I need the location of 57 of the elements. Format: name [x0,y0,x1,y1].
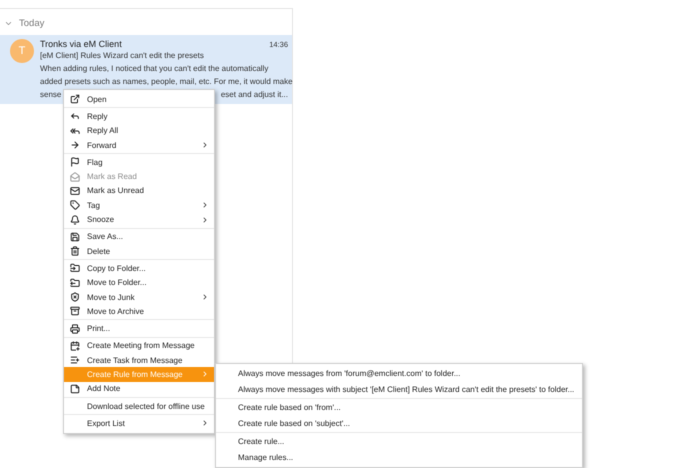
sender: Tronks via eM Client [40,39,122,49]
folder-icon [70,278,80,288]
menu-item[interactable]: Move to Junk [64,290,214,304]
menu-item[interactable]: Create Meeting from Message [64,338,214,354]
avatar: T [10,39,34,63]
open-icon [70,94,80,104]
chevron-icon [201,141,209,150]
group-label: Today [19,18,44,28]
reply-all-icon [70,126,80,136]
bell-icon [70,214,80,225]
envelope-icon [70,186,80,196]
menu-item[interactable]: Manage rules... [216,450,582,465]
arrow-icon [70,140,80,150]
menu-item[interactable]: Export List [64,416,214,431]
menu-item[interactable]: Create rule based on 'subject'... [216,416,582,431]
menu-item[interactable]: Reply All [64,124,214,138]
printer-icon [70,324,80,334]
menu-item[interactable]: Create Task from Message [64,353,214,368]
note-icon [70,384,80,394]
menu-item[interactable]: Open [64,92,214,106]
menu-item[interactable]: Reply [64,109,214,124]
calendar-icon [70,340,80,351]
menu-item[interactable]: Tag [64,198,214,212]
trash-icon [70,246,80,256]
task-icon [70,355,80,366]
menu-item[interactable]: Forward [64,138,214,152]
preview-text: added presets such as names, people, mail, etc. For me, it would make [40,76,293,88]
menu-item[interactable]: Delete [64,244,214,258]
menu-item[interactable]: Copy to Folder... [64,261,214,276]
menu-item[interactable]: Download selected for offline use [64,398,214,414]
chevron-icon [201,370,209,378]
menu-item[interactable]: Print... [64,321,214,336]
menu-item[interactable]: Move to Folder... [64,276,214,290]
chevron-icon [201,419,209,428]
preview-text: eset and adjust it... [220,89,288,101]
menu-item[interactable]: Mark as Unread [64,184,214,198]
save-icon [70,232,80,242]
menu-item[interactable]: Create rule based on 'from'... [216,400,582,416]
folder-icon [70,263,80,274]
flag-icon [70,157,80,168]
shield-icon [70,292,80,302]
menu-item[interactable]: Move to Archive [64,304,214,318]
preview-text: sense [40,89,62,101]
archive-icon [70,306,80,316]
chevron-icon [201,293,209,301]
menu-item[interactable]: Save As... [64,230,214,244]
subject: [eM Client] Rules Wizard can't edit the presets [40,50,204,62]
preview-text: When adding rules, I noticed that you can't edit the automatically [40,63,268,75]
menu-item[interactable]: Always move messages from 'forum@emclient.com' to folder... [216,366,582,382]
menu-item[interactable]: Create rule... [216,434,582,450]
tag-icon [70,200,80,210]
reply-icon [70,111,80,122]
menu-item[interactable]: Snooze [64,212,214,227]
menu-item[interactable]: Add Note [64,382,214,396]
menu-item[interactable]: Always move messages with subject '[eM Client] Rules Wizard can't edit the presets' to folder... [216,382,582,397]
envelope-open-icon [70,172,80,182]
menu-item[interactable]: Flag [64,155,214,170]
